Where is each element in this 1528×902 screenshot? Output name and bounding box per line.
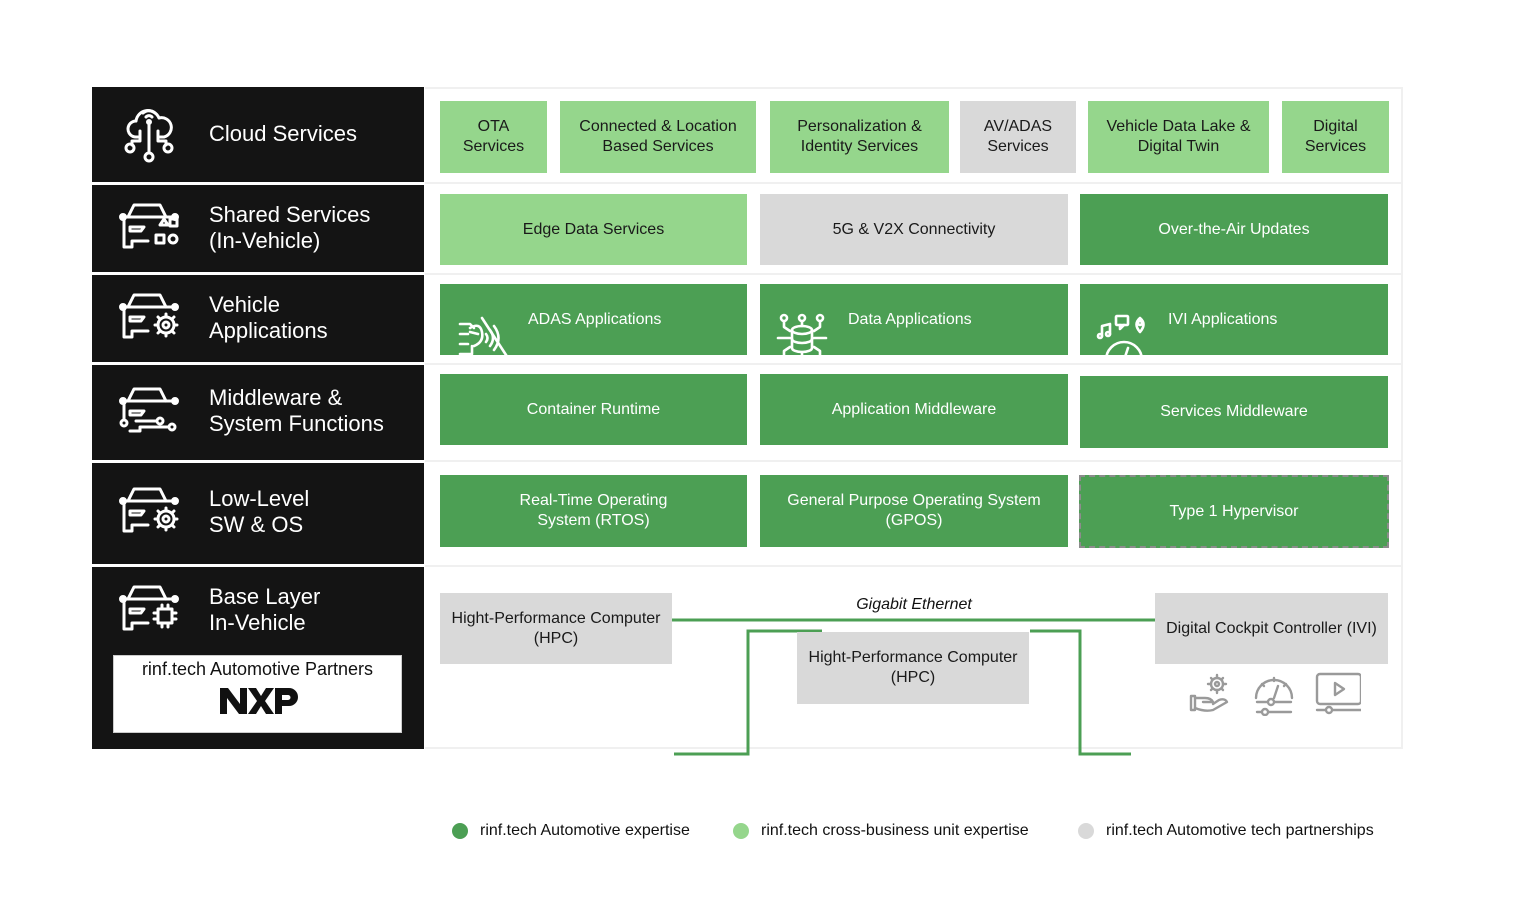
- gigabit-ethernet-label: Gigabit Ethernet: [856, 596, 972, 613]
- legend-label: rinf.tech cross-business unit expertise: [761, 822, 1029, 839]
- legend-automotive-expertise: rinf.tech Automotive expertise: [452, 822, 690, 840]
- hand-gear-icon: [1187, 672, 1233, 716]
- legend-dot: [1078, 823, 1094, 839]
- box-hpc-center: Hight-Performance Computer (HPC): [797, 632, 1029, 704]
- legend-cross-business-expertise: rinf.tech cross-business unit expertise: [733, 822, 1029, 840]
- legend-dot: [452, 823, 468, 839]
- network-lines: [672, 618, 1156, 756]
- legend-tech-partnerships: rinf.tech Automotive tech partnerships: [1078, 822, 1374, 840]
- box-hpc-left: Hight-Performance Computer (HPC): [440, 593, 672, 664]
- hpc-link-right: [1030, 629, 1131, 756]
- legend-label: rinf.tech Automotive tech partnerships: [1106, 822, 1374, 839]
- legend-label: rinf.tech Automotive expertise: [480, 822, 690, 839]
- legend-dot: [733, 823, 749, 839]
- gauge-slider-icon: [1251, 672, 1297, 716]
- video-player-icon: [1315, 672, 1361, 716]
- box-digital-cockpit: Digital Cockpit Controller (IVI): [1155, 593, 1388, 664]
